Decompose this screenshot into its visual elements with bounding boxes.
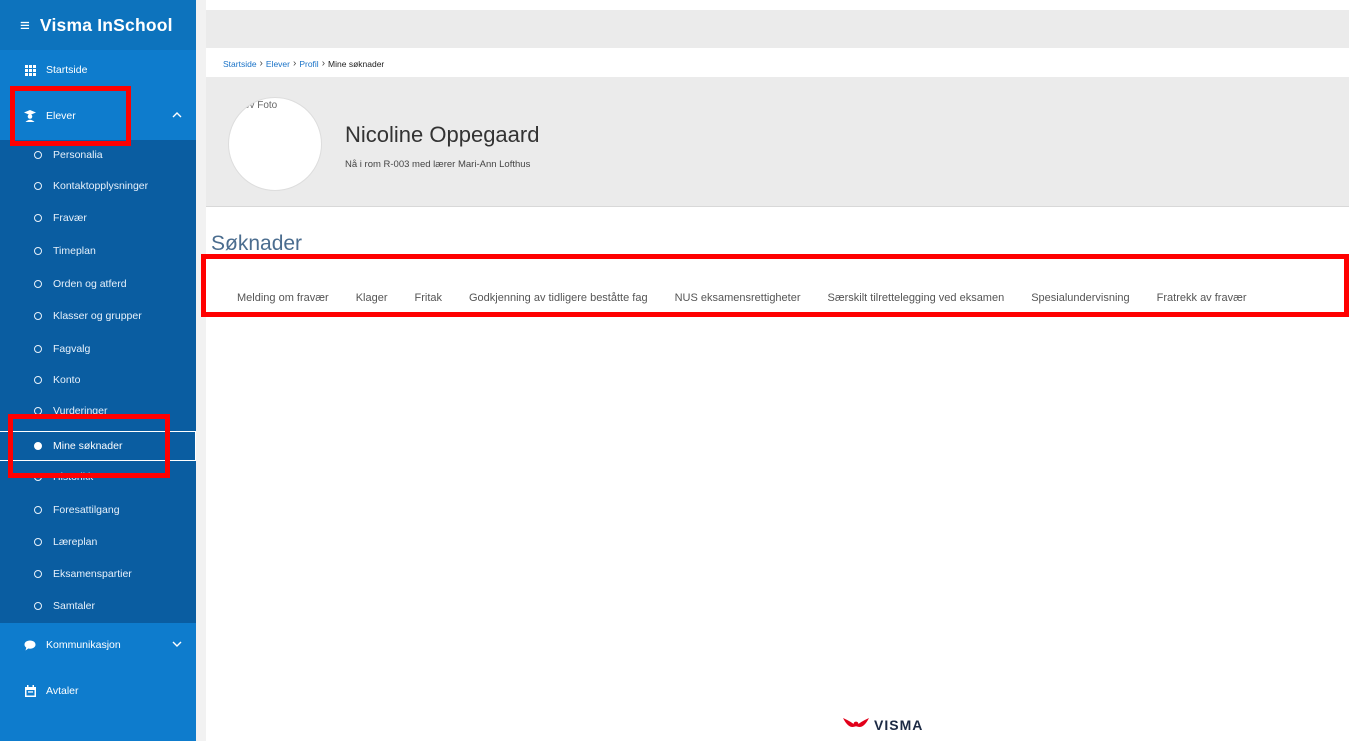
sidebar-subitem-label: Læreplan [53, 536, 98, 548]
sidebar-gutter [196, 0, 206, 741]
circle-icon [34, 182, 42, 190]
sidebar-item-avtaler[interactable]: Avtaler [0, 676, 196, 706]
hamburger-menu-icon[interactable]: ≡ [20, 17, 30, 34]
breadcrumb-link-profil[interactable]: Profil [299, 59, 318, 69]
circle-icon [34, 506, 42, 514]
sidebar-subitem-personalia[interactable]: Personalia [0, 140, 196, 170]
tab-spesialundervisning[interactable]: Spesialundervisning [1031, 292, 1129, 304]
circle-icon [34, 473, 42, 481]
student-icon [24, 110, 36, 122]
sidebar-item-startside[interactable]: Startside [0, 54, 196, 86]
sidebar-subitem-eksamenspartier[interactable]: Eksamenspartier [0, 559, 196, 589]
sidebar-header: ≡ Visma InSchool [0, 0, 196, 50]
sidebar-subitem-timeplan[interactable]: Timeplan [0, 236, 196, 266]
student-photo: Elev Foto [228, 97, 322, 191]
breadcrumb-link-elever[interactable]: Elever [266, 59, 290, 69]
tab-melding-om-fravaer[interactable]: Melding om fravær [237, 292, 329, 304]
sidebar-item-label: Avtaler [46, 685, 79, 697]
sidebar-subitem-label: Fagvalg [53, 343, 91, 355]
sidebar-subitem-kontaktopplysninger[interactable]: Kontaktopplysninger [0, 171, 196, 201]
chevron-right-icon: › [292, 58, 297, 69]
grid-icon [24, 64, 36, 76]
sidebar-item-label: Startside [46, 64, 88, 76]
sidebar-subitem-foresattilgang[interactable]: Foresattilgang [0, 495, 196, 525]
chevron-up-icon [172, 110, 182, 122]
circle-icon [34, 345, 42, 353]
circle-icon [34, 538, 42, 546]
circle-icon [34, 570, 42, 578]
breadcrumb-current: Mine søknader [328, 58, 385, 69]
sidebar-subitem-konto[interactable]: Konto [0, 365, 196, 395]
sidebar-subitem-label: Historikk [53, 471, 94, 483]
sidebar-subitem-label: Timeplan [53, 245, 96, 257]
top-bar [206, 10, 1349, 48]
photo-alt-text: Elev Foto [235, 100, 278, 111]
sidebar-subitem-mine-soknader[interactable]: Mine søknader [0, 431, 196, 461]
sidebar-subitem-orden-og-atferd[interactable]: Orden og atferd [0, 269, 196, 299]
visma-wordmark: VISMA [874, 717, 924, 733]
sidebar-subitem-label: Kontaktopplysninger [53, 180, 149, 192]
sidebar-subitem-label: Fravær [53, 212, 87, 224]
sidebar-subitem-label: Eksamenspartier [53, 568, 132, 580]
sidebar-subitem-label: Foresattilgang [53, 504, 120, 516]
tab-godkjenning-tidligere-fag[interactable]: Godkjenning av tidligere beståtte fag [469, 292, 648, 304]
visma-logo: VISMA [843, 716, 923, 734]
sidebar-subitem-label: Personalia [53, 149, 103, 161]
application-tabs: Melding om fravær Klager Fritak Godkjenn… [206, 283, 1349, 313]
student-location: Nå i rom R-003 med lærer Mari-Ann Lofthu… [345, 159, 531, 170]
circle-icon [34, 151, 42, 159]
breadcrumb-link-startside[interactable]: Startside [223, 59, 257, 69]
circle-icon [34, 214, 42, 222]
tab-saerskilt-tilrettelegging[interactable]: Særskilt tilrettelegging ved eksamen [828, 292, 1005, 304]
tab-fritak[interactable]: Fritak [415, 292, 443, 304]
sidebar-subitem-label: Vurderinger [53, 405, 108, 417]
sidebar-subitem-label: Mine søknader [53, 440, 123, 452]
student-name: Nicoline Oppegaard [345, 122, 540, 147]
sidebar-item-label: Kommunikasjon [46, 639, 121, 651]
circle-icon [34, 602, 42, 610]
circle-icon [34, 407, 42, 415]
sidebar-item-label: Elever [46, 110, 76, 122]
sidebar-item-kommunikasjon[interactable]: Kommunikasjon [0, 630, 196, 660]
breadcrumb: Startside › Elever › Profil › Mine søkna… [223, 58, 384, 69]
elever-submenu: Personalia Kontaktopplysninger Fravær Ti… [0, 140, 196, 623]
sidebar: ≡ Visma InSchool Startside Elever Person… [0, 0, 196, 741]
sidebar-subitem-samtaler[interactable]: Samtaler [0, 591, 196, 621]
circle-icon [34, 247, 42, 255]
tab-fratrekk-av-fravaer[interactable]: Fratrekk av fravær [1157, 292, 1247, 304]
tab-klager[interactable]: Klager [356, 292, 388, 304]
sidebar-subitem-label: Orden og atferd [53, 278, 127, 290]
circle-icon [34, 280, 42, 288]
sidebar-subitem-label: Klasser og grupper [53, 310, 142, 322]
sidebar-subitem-laereplan[interactable]: Læreplan [0, 527, 196, 557]
sidebar-subitem-klasser-og-grupper[interactable]: Klasser og grupper [0, 301, 196, 331]
chat-bubble-icon [24, 639, 36, 651]
chevron-right-icon: › [259, 58, 263, 69]
tab-nus-eksamensrettigheter[interactable]: NUS eksamensrettigheter [675, 292, 801, 304]
sidebar-item-elever[interactable]: Elever [0, 86, 196, 146]
page-title: Søknader [211, 232, 303, 255]
chevron-down-icon [172, 639, 182, 651]
app-title: Visma InSchool [39, 14, 173, 35]
circle-icon [34, 312, 42, 320]
visma-swoosh-icon [843, 716, 869, 734]
sidebar-subitem-historikk[interactable]: Historikk [0, 462, 196, 492]
filled-circle-icon [34, 442, 42, 450]
sidebar-subitem-fravaer[interactable]: Fravær [0, 203, 196, 233]
sidebar-subitem-fagvalg[interactable]: Fagvalg [0, 334, 196, 364]
sidebar-subitem-label: Samtaler [53, 600, 96, 612]
sidebar-subitem-label: Konto [53, 374, 81, 386]
chevron-right-icon: › [321, 58, 326, 69]
circle-icon [34, 376, 42, 384]
sidebar-subitem-vurderinger[interactable]: Vurderinger [0, 396, 196, 426]
calendar-icon [24, 685, 36, 697]
